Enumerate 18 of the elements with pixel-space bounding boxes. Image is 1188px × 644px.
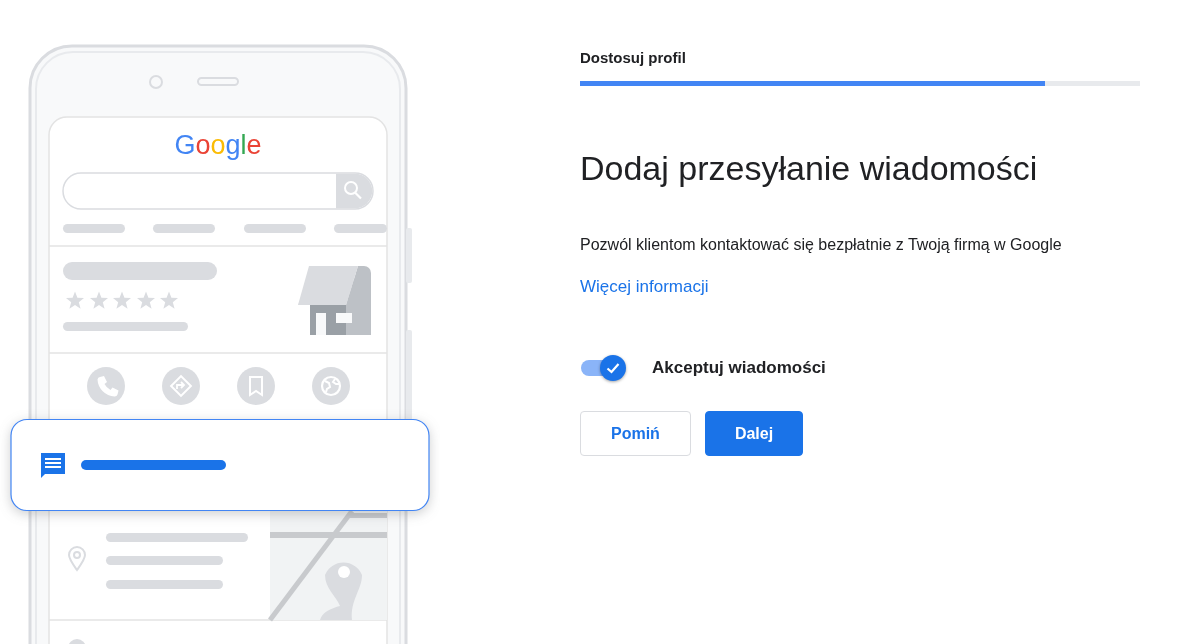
accept-messages-switch[interactable]: [580, 355, 628, 381]
store-icon: [298, 266, 371, 335]
phone-icon: [87, 367, 125, 405]
page-title: Dodaj przesyłanie wiadomości: [580, 148, 1038, 189]
switch-label: Akceptuj wiadomości: [652, 358, 826, 378]
google-logo: Google: [174, 130, 262, 160]
description: Pozwól klientom kontaktować się bezpłatnie z Twoją firmą w Google: [580, 235, 1062, 255]
skip-button[interactable]: Pomiń: [580, 411, 691, 456]
globe-icon: [312, 367, 350, 405]
message-icon: [41, 453, 65, 478]
next-button[interactable]: Dalej: [704, 411, 804, 456]
directions-icon: [162, 367, 200, 405]
more-info-link[interactable]: Więcej informacji: [580, 276, 709, 298]
step-title: Dostosuj profil: [580, 49, 686, 67]
check-icon: [605, 360, 621, 376]
location-pin-icon: [68, 546, 86, 571]
bookmark-icon: [237, 367, 275, 405]
search-icon: [336, 173, 373, 209]
